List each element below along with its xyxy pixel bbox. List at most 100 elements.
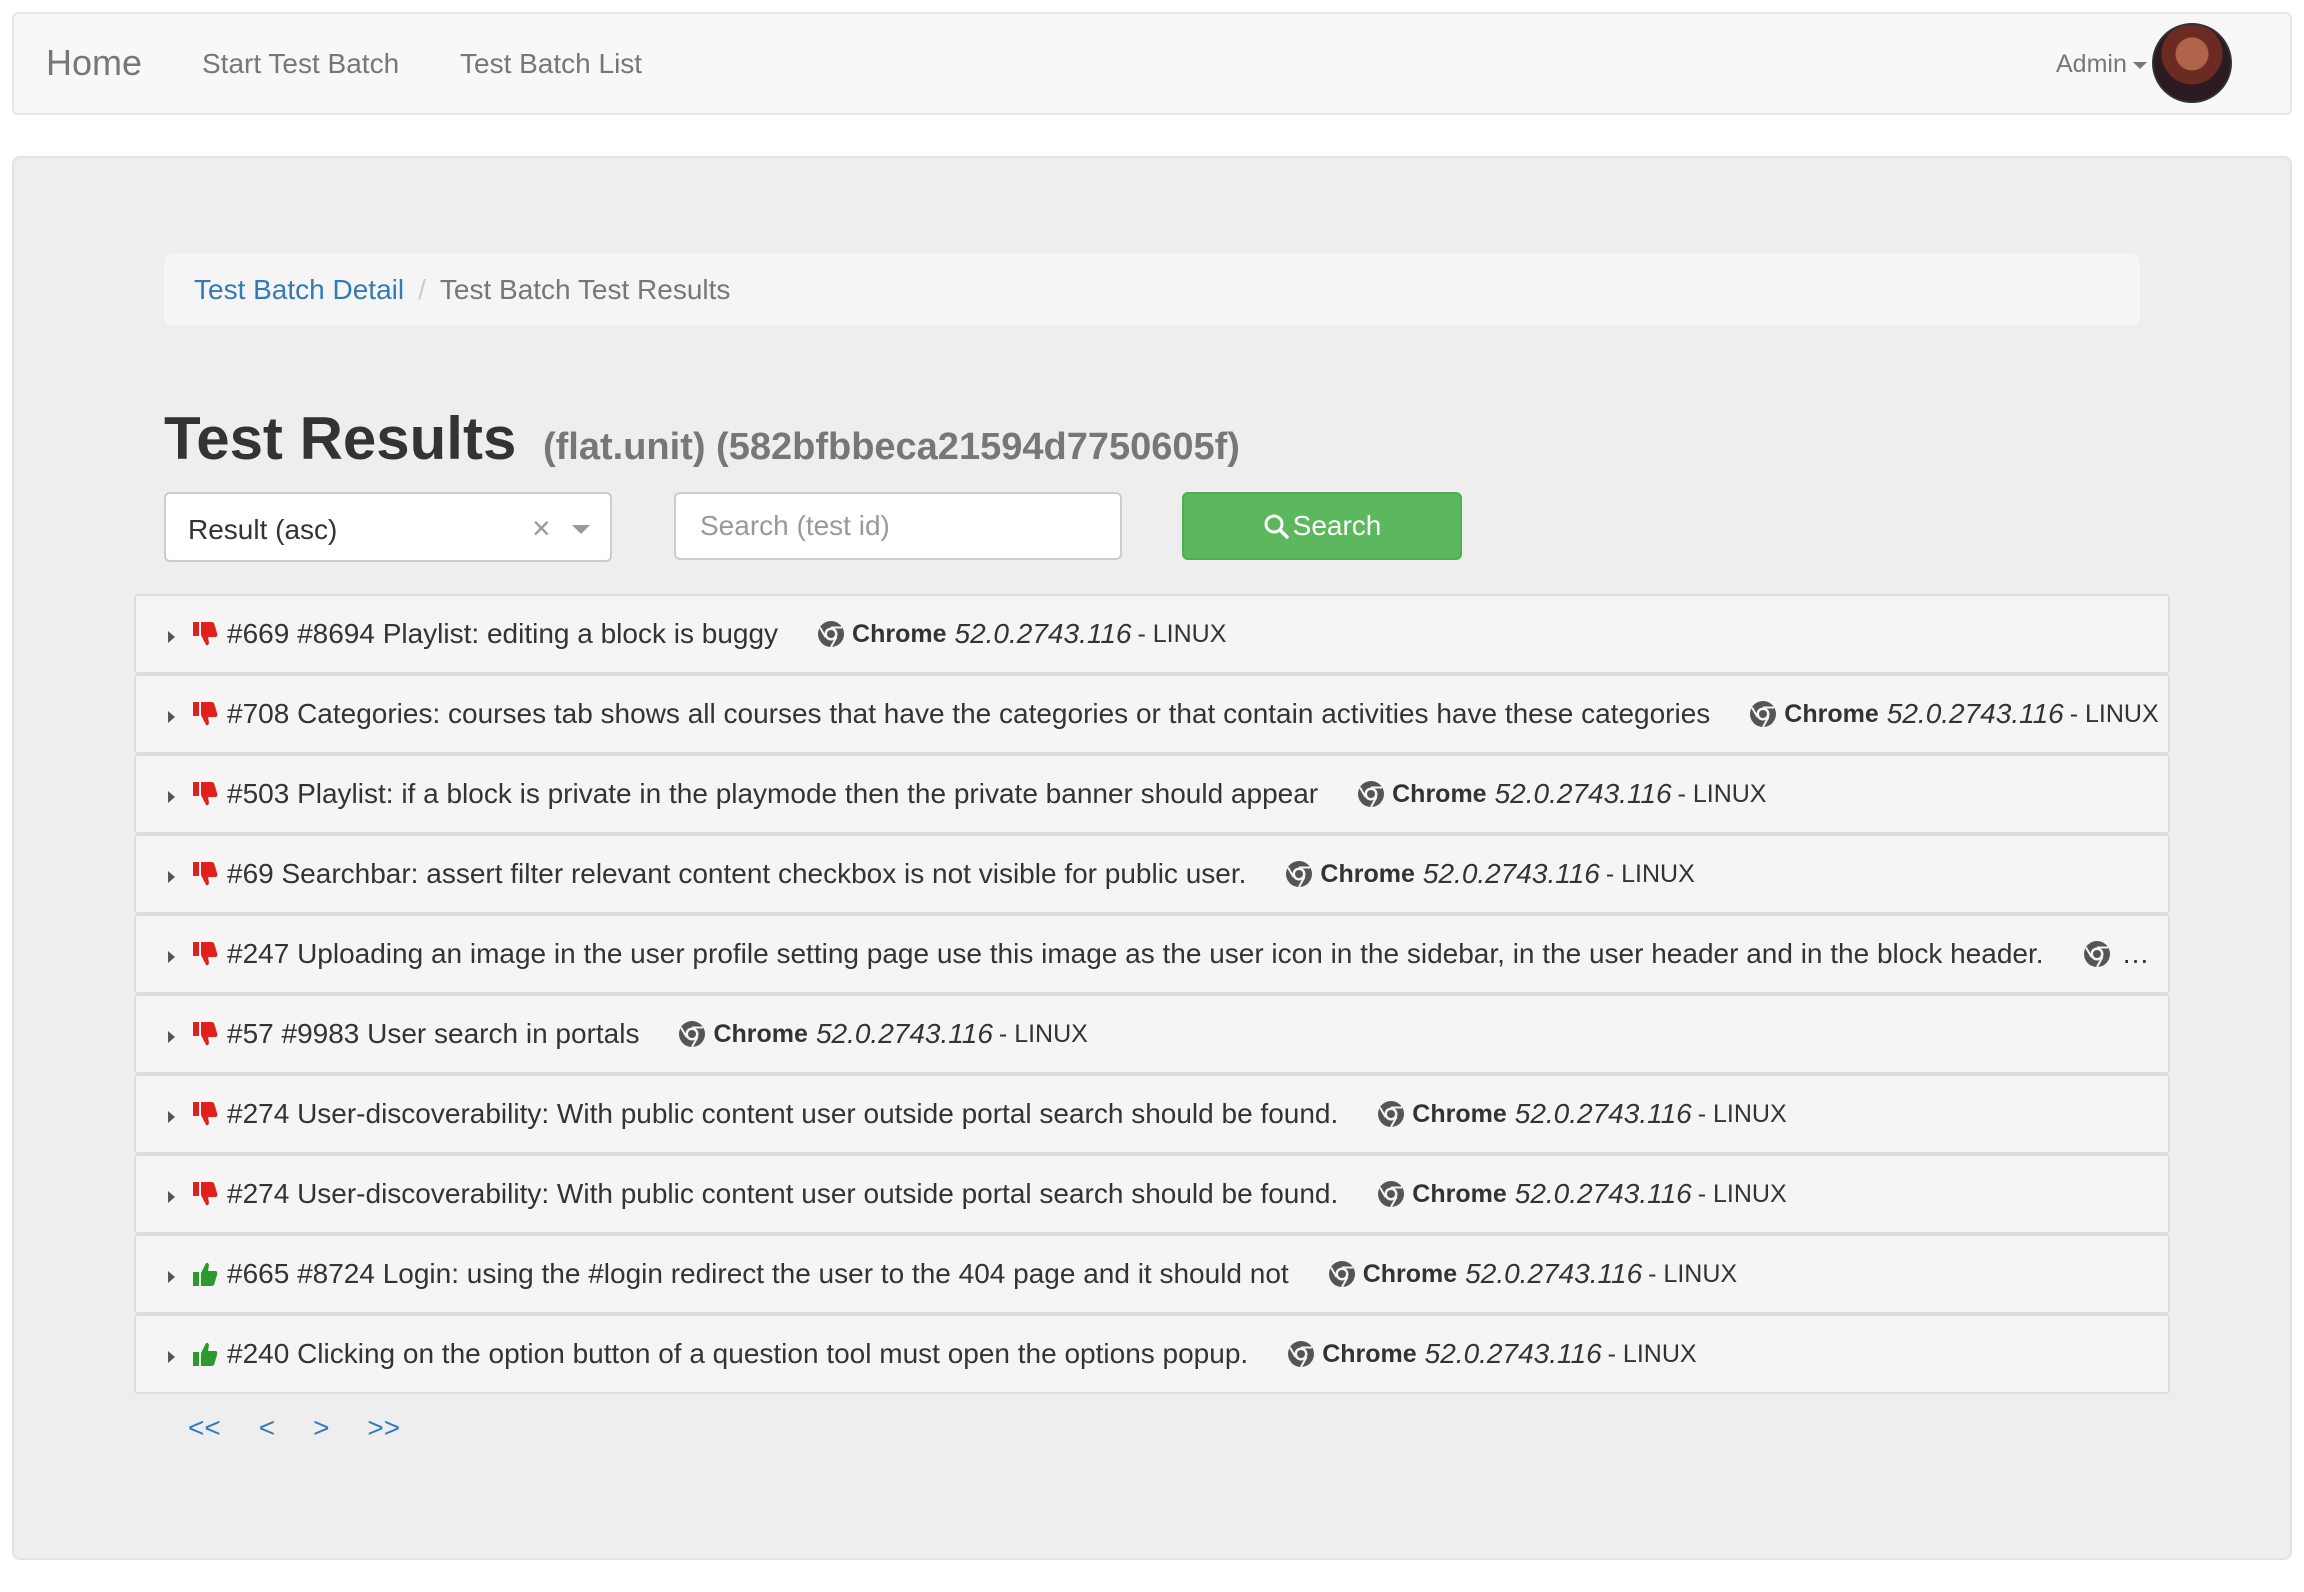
pagination-last[interactable]: >> xyxy=(367,1412,400,1443)
breadcrumb-current: Test Batch Test Results xyxy=(439,274,731,305)
breadcrumb-link-test-batch-detail[interactable]: Test Batch Detail xyxy=(194,274,404,305)
browser-info: … xyxy=(2082,938,2150,970)
sort-select[interactable]: Result (asc) × xyxy=(164,492,612,562)
browser-name: Chrome xyxy=(1322,1339,1417,1368)
expand-caret-icon[interactable] xyxy=(168,951,175,963)
expand-caret-icon[interactable] xyxy=(168,791,175,803)
chrome-icon xyxy=(1286,861,1313,888)
avatar[interactable] xyxy=(2152,23,2232,103)
result-row[interactable]: #240 Clicking on the option button of a … xyxy=(134,1314,2170,1394)
chevron-down-icon[interactable] xyxy=(572,525,590,534)
chrome-icon xyxy=(818,621,845,648)
browser-info: Chrome 52.0.2743.116- LINUX xyxy=(677,1018,1088,1050)
chrome-icon xyxy=(1378,1181,1405,1208)
expand-caret-icon[interactable] xyxy=(168,1111,175,1123)
thumbs-up-icon xyxy=(193,1262,218,1286)
breadcrumb: Test Batch Detail / Test Batch Test Result… xyxy=(164,254,2140,326)
result-row[interactable]: #69 Searchbar: assert filter relevant co… xyxy=(134,834,2170,914)
pagination: << < > >> xyxy=(188,1412,438,1444)
nav-home-link[interactable]: Home xyxy=(46,42,142,84)
expand-caret-icon[interactable] xyxy=(168,1031,175,1043)
page-title: Test Results (flat.unit) (582bfbbeca2159… xyxy=(164,404,1240,473)
browser-name: Chrome xyxy=(852,619,947,648)
result-row[interactable]: #503 Playlist: if a block is private in … xyxy=(134,754,2170,834)
result-title: #240 Clicking on the option button of a … xyxy=(227,1338,1249,1369)
result-row[interactable]: #669 #8694 Playlist: editing a block is … xyxy=(134,594,2170,674)
result-title: #665 #8724 Login: using the #login redir… xyxy=(227,1258,1289,1289)
thumbs-down-icon xyxy=(193,942,218,966)
browser-os: - LINUX xyxy=(1697,1099,1787,1128)
browser-os: - LINUX xyxy=(1648,1259,1738,1288)
expand-caret-icon[interactable] xyxy=(168,631,175,643)
browser-name: Chrome xyxy=(1362,1259,1458,1288)
result-row[interactable]: #708 Categories: courses tab shows all c… xyxy=(134,674,2170,754)
expand-caret-icon[interactable] xyxy=(168,711,175,723)
user-name: Admin xyxy=(2056,50,2127,78)
sort-select-value: Result (asc) xyxy=(188,514,338,545)
user-menu-toggle[interactable]: Admin xyxy=(2056,50,2147,79)
browser-version: 52.0.2743.116 xyxy=(1494,778,1672,809)
browser-version: 52.0.2743.116 xyxy=(815,1018,993,1049)
browser-name: Chrome xyxy=(1784,699,1879,728)
chrome-icon xyxy=(679,1021,706,1048)
truncation-ellipsis: … xyxy=(2121,938,2150,969)
chrome-icon xyxy=(1378,1101,1405,1128)
page-title-text: Test Results xyxy=(164,405,517,472)
result-row[interactable]: #274 User-discoverability: With public c… xyxy=(134,1154,2170,1234)
result-title: #247 Uploading an image in the user prof… xyxy=(227,938,2044,969)
thumbs-down-icon xyxy=(193,702,218,726)
browser-info: Chrome 52.0.2743.116- LINUX xyxy=(1327,1258,1737,1290)
search-button[interactable]: Search xyxy=(1182,492,1462,560)
expand-caret-icon[interactable] xyxy=(168,1271,175,1283)
pagination-next[interactable]: > xyxy=(313,1412,329,1443)
browser-version: 52.0.2743.116 xyxy=(1422,858,1600,889)
result-title: #69 Searchbar: assert filter relevant co… xyxy=(227,858,1247,889)
result-row[interactable]: #274 User-discoverability: With public c… xyxy=(134,1074,2170,1154)
browser-info: Chrome 52.0.2743.116- LINUX xyxy=(1286,1338,1697,1370)
nav-test-batch-list[interactable]: Test Batch List xyxy=(460,48,642,80)
browser-os: - LINUX xyxy=(1607,1339,1697,1368)
expand-caret-icon[interactable] xyxy=(168,1351,175,1363)
browser-info: Chrome 52.0.2743.116- LINUX xyxy=(1284,858,1695,890)
chrome-icon xyxy=(1288,1341,1315,1368)
browser-name: Chrome xyxy=(1320,859,1415,888)
result-row[interactable]: #665 #8724 Login: using the #login redir… xyxy=(134,1234,2170,1314)
expand-caret-icon[interactable] xyxy=(168,1191,175,1203)
thumbs-down-icon xyxy=(193,1022,218,1046)
result-title: #274 User-discoverability: With public c… xyxy=(227,1098,1339,1129)
result-row[interactable]: #247 Uploading an image in the user prof… xyxy=(134,914,2170,994)
nav-start-test-batch[interactable]: Start Test Batch xyxy=(202,48,399,80)
browser-name: Chrome xyxy=(713,1019,808,1048)
result-title: #57 #9983 User search in portals xyxy=(227,1018,640,1049)
browser-version: 52.0.2743.116 xyxy=(1424,1338,1602,1369)
pagination-first[interactable]: << xyxy=(188,1412,221,1443)
thumbs-down-icon xyxy=(193,862,218,886)
thumbs-up-icon xyxy=(193,1342,218,1366)
browser-os: - LINUX xyxy=(1137,619,1227,648)
browser-os: - LINUX xyxy=(1605,859,1695,888)
browser-os: - LINUX xyxy=(2069,699,2159,728)
thumbs-down-icon xyxy=(193,1182,218,1206)
search-input[interactable] xyxy=(674,492,1122,560)
page-subtitle: (flat.unit) (582bfbbeca21594d7750605f) xyxy=(543,426,1240,468)
browser-name: Chrome xyxy=(1412,1179,1507,1208)
browser-version: 52.0.2743.116 xyxy=(954,618,1132,649)
clear-icon[interactable]: × xyxy=(532,510,551,547)
result-row[interactable]: #57 #9983 User search in portals Chrome 52… xyxy=(134,994,2170,1074)
result-title: #708 Categories: courses tab shows all c… xyxy=(227,698,1711,729)
browser-name: Chrome xyxy=(1392,779,1487,808)
thumbs-down-icon xyxy=(193,1102,218,1126)
browser-info: Chrome 52.0.2743.116- LINUX xyxy=(1376,1098,1787,1130)
expand-caret-icon[interactable] xyxy=(168,871,175,883)
breadcrumb-separator: / xyxy=(418,274,426,305)
chrome-icon xyxy=(1750,701,1777,728)
browser-version: 52.0.2743.116 xyxy=(1514,1178,1692,1209)
thumbs-down-icon xyxy=(193,622,218,646)
chrome-icon xyxy=(1358,781,1385,808)
top-navbar: Home Start Test Batch Test Batch List Ad… xyxy=(12,12,2292,115)
result-title: #274 User-discoverability: With public c… xyxy=(227,1178,1339,1209)
browser-version: 52.0.2743.116 xyxy=(1514,1098,1692,1129)
browser-version: 52.0.2743.116 xyxy=(1465,1258,1643,1289)
pagination-prev[interactable]: < xyxy=(259,1412,275,1443)
result-title: #669 #8694 Playlist: editing a block is … xyxy=(227,618,779,649)
